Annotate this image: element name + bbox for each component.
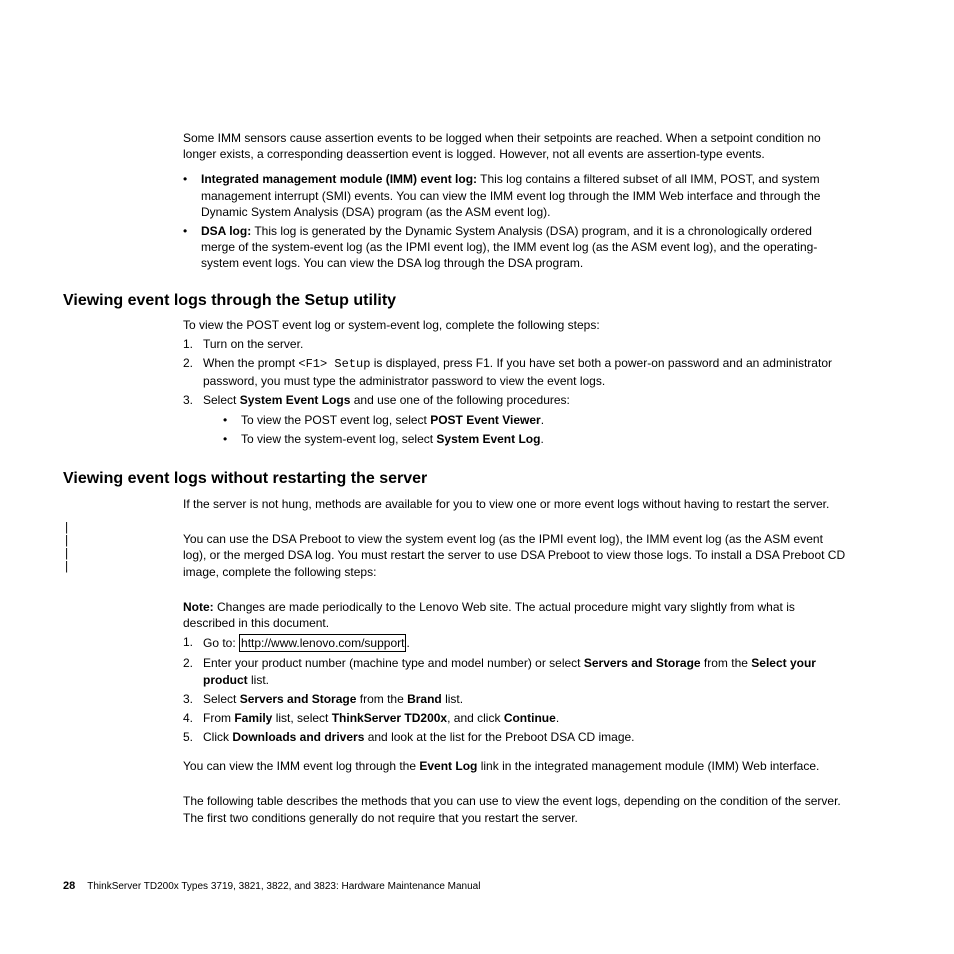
bullet-bold: POST Event Viewer [430,413,541,427]
bullet-dsa-log: • DSA log: This log is generated by the … [183,223,849,272]
text: You can view the IMM event log through t… [183,759,419,773]
inner-bullet: • To view the POST event log, select POS… [223,412,570,428]
step-bold: Downloads and drivers [232,730,364,744]
step-1-goto: 1. Go to: http://www.lenovo.com/support. [183,634,849,652]
step-text: Go to: [203,636,239,650]
paragraph: The following table describes the method… [183,793,849,825]
step-text: list. [248,673,269,687]
step-number: 3. [183,691,203,707]
bullet-text: To view the POST event log, select [241,413,430,427]
step-bold: ThinkServer TD200x [332,711,447,725]
inner-bullet: • To view the system-event log, select S… [223,431,570,447]
support-link[interactable]: http://www.lenovo.com/support [239,634,406,652]
bullet-mark: • [183,223,201,272]
step-text: From [203,711,234,725]
bullet-bold: DSA log: [201,224,251,238]
step-bold: Continue [504,711,556,725]
step-bold: Brand [407,692,442,706]
step-text: and look at the list for the Preboot DSA… [364,730,634,744]
heading-setup-utility: Viewing event logs through the Setup uti… [63,290,849,312]
step-bold: Servers and Storage [240,692,357,706]
step-number: 2. [183,655,203,687]
step-bold: System Event Logs [240,393,351,407]
bullet-mark: • [223,431,241,447]
bullet-text: To view the system-event log, select [241,432,436,446]
paragraph: Some IMM sensors cause assertion events … [183,130,849,162]
page-footer: 28 ThinkServer TD200x Types 3719, 3821, 3… [63,879,480,894]
paragraph: You can use the DSA Preboot to view the … [183,531,849,580]
step-bold: Family [234,711,272,725]
step-4-family: 4. From Family list, select ThinkServer … [183,710,849,726]
paragraph: You can view the IMM event log through t… [183,758,849,774]
step-3: 3. Select System Event Logs and use one … [183,392,849,451]
step-1: 1. Turn on the server. [183,336,849,352]
bullet-mark: • [223,412,241,428]
step-number: 1. [183,336,203,352]
footer-text: ThinkServer TD200x Types 3719, 3821, 382… [87,881,480,892]
step-text: from the [701,656,752,670]
step-text: and use one of the following procedures: [350,393,569,407]
step-number: 1. [183,634,203,652]
step-text: Enter your product number (machine type … [203,656,584,670]
step-text: Turn on the server. [203,336,303,352]
bullet-bold: Integrated management module (IMM) event… [201,172,477,186]
step-bold: Servers and Storage [584,656,701,670]
step-number: 5. [183,729,203,745]
bullet-text: This log is generated by the Dynamic Sys… [201,224,817,270]
step-5-downloads: 5. Click Downloads and drivers and look … [183,729,849,745]
note-label: Note: [183,600,214,614]
step-text: Click [203,730,232,744]
step-3-brand: 3. Select Servers and Storage from the B… [183,691,849,707]
bullet-mark: • [183,171,201,220]
step-number: 2. [183,355,203,388]
step-2: 2. When the prompt <F1> Setup is display… [183,355,849,388]
step-number: 4. [183,710,203,726]
step-text: Select [203,393,240,407]
page-number: 28 [63,880,75,892]
bullet-text: . [541,413,544,427]
bullet-bold: System Event Log [436,432,540,446]
heading-without-restart: Viewing event logs without restarting th… [63,468,849,490]
step-text: list, select [272,711,331,725]
step-text: , and click [447,711,504,725]
note-paragraph: Note: Changes are made periodically to t… [183,599,849,631]
note-text: Changes are made periodically to the Len… [183,600,795,630]
step-text: . [556,711,559,725]
bullet-text: . [540,432,543,446]
step-text: list. [442,692,463,706]
bold-text: Event Log [419,759,477,773]
step-text: When the prompt [203,356,298,370]
step-text: . [406,636,409,650]
step-number: 3. [183,392,203,451]
paragraph: To view the POST event log or system-eve… [183,317,849,333]
step-text: from the [356,692,407,706]
paragraph: If the server is not hung, methods are a… [183,496,849,512]
step-text: Select [203,692,240,706]
bullet-imm-log: • Integrated management module (IMM) eve… [183,171,849,220]
change-bars: |||| [63,522,70,574]
code-text: <F1> Setup [298,357,370,371]
text: link in the integrated management module… [477,759,819,773]
step-2-enter-product: 2. Enter your product number (machine ty… [183,655,849,687]
